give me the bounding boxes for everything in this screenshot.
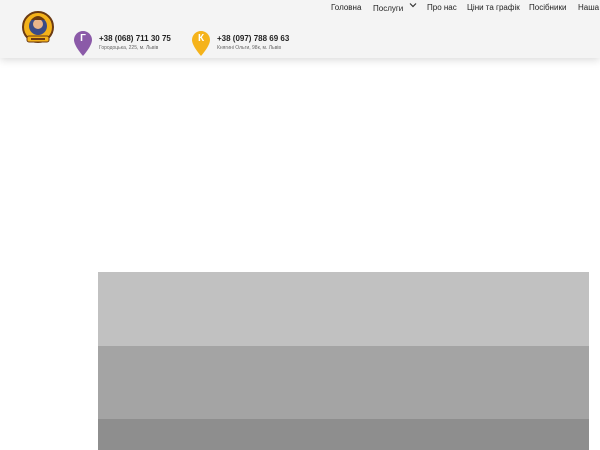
- address-text: Княгині Ольги, 98к, м. Львів: [217, 45, 282, 51]
- nav-item-services[interactable]: Послуги: [373, 4, 403, 13]
- nav-item-guides[interactable]: Посібники: [529, 3, 566, 12]
- chevron-down-icon[interactable]: [409, 1, 417, 9]
- nav-item-home[interactable]: Головна: [331, 3, 361, 12]
- address-text: Городоцька, 225, м. Львів: [99, 45, 159, 51]
- phone-link[interactable]: +38 (097) 788 69 63: [217, 34, 289, 43]
- phone-link[interactable]: +38 (068) 711 30 75: [99, 34, 171, 43]
- pin-letter: Г: [80, 33, 86, 44]
- banner-band: [98, 346, 589, 419]
- banner-band: [98, 272, 589, 346]
- site-header: Г +38 (068) 711 30 75 Городоцька, 225, м…: [0, 0, 600, 58]
- banner-band: [98, 419, 589, 450]
- banner-placeholder: [98, 272, 589, 450]
- site-logo[interactable]: [21, 10, 55, 46]
- nav-item-about[interactable]: Про нас: [427, 3, 457, 12]
- nav-item-prices[interactable]: Ціни та графік: [467, 3, 520, 12]
- nav-item-ours[interactable]: Наша: [578, 3, 599, 12]
- pin-letter: К: [197, 33, 205, 44]
